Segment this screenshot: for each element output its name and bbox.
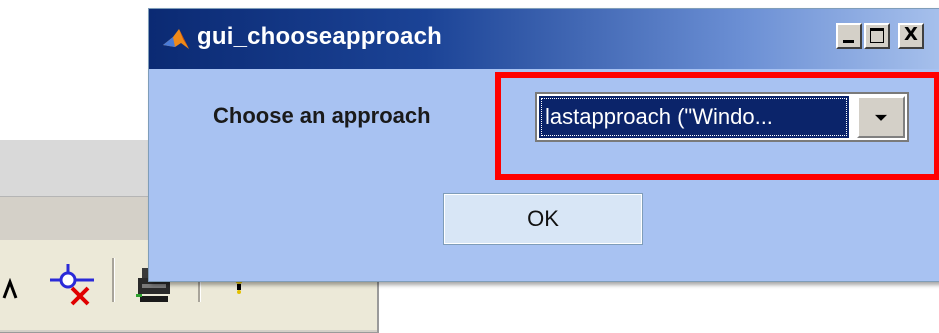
close-icon: X xyxy=(904,24,918,45)
maximize-button[interactable] xyxy=(864,23,890,49)
matlab-logo-icon xyxy=(163,29,189,49)
toolbar-separator xyxy=(112,258,115,302)
dialog-window: gui_chooseapproach X Choose an approach … xyxy=(148,8,939,282)
data-cursor-remove-icon[interactable] xyxy=(48,262,98,310)
approach-dropdown[interactable]: lastapproach ("Windo... xyxy=(535,92,909,142)
close-button[interactable]: X xyxy=(898,23,924,49)
dialog-title: gui_chooseapproach xyxy=(197,23,442,50)
dialog-titlebar[interactable]: gui_chooseapproach X xyxy=(149,9,939,69)
ok-button[interactable]: OK xyxy=(443,193,643,245)
approach-selected-value: lastapproach ("Windo... xyxy=(539,96,849,138)
minimize-button[interactable] xyxy=(836,23,862,49)
pointer-icon[interactable] xyxy=(2,278,18,300)
chevron-down-icon[interactable] xyxy=(857,96,905,138)
approach-label: Choose an approach xyxy=(213,103,431,128)
